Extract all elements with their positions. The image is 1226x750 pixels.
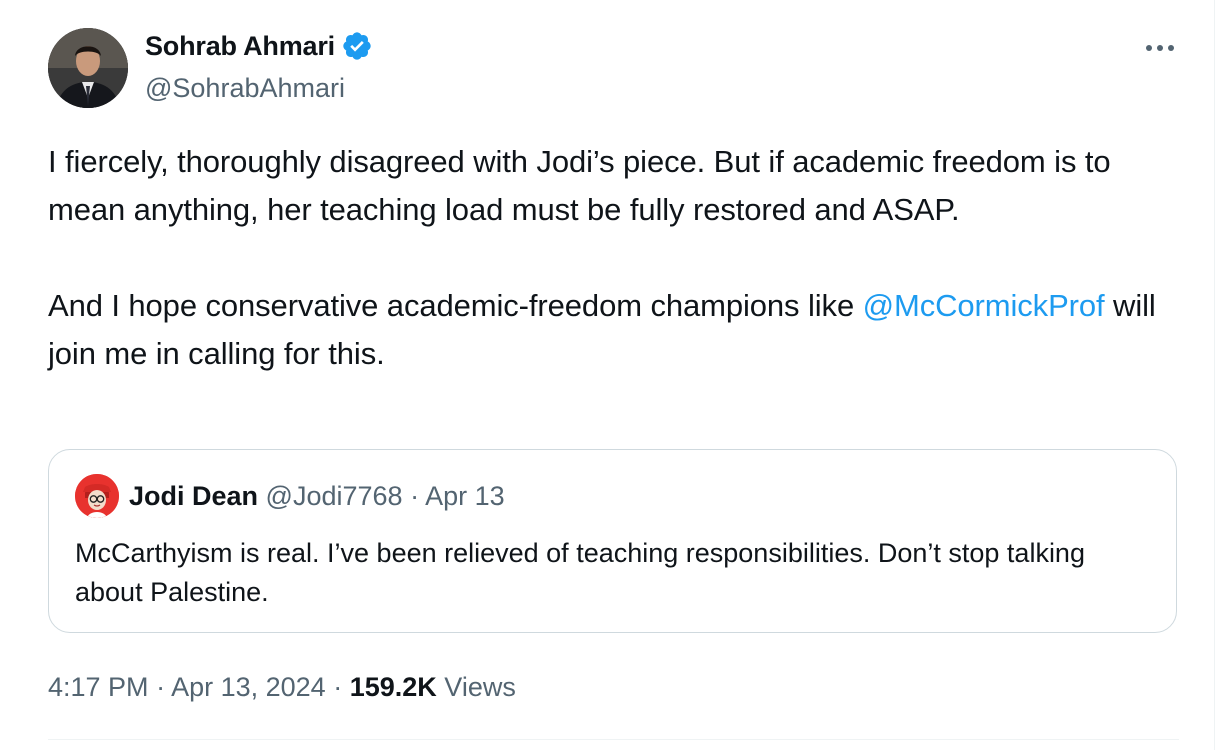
quoted-author-name[interactable]: Jodi Dean: [129, 481, 258, 511]
meta-separator-1: ·: [148, 672, 172, 702]
more-horizontal-icon[interactable]: [1140, 30, 1180, 66]
author-avatar[interactable]: [48, 28, 128, 108]
tweet-time[interactable]: 4:17 PM: [48, 672, 149, 702]
meta-separator-2: ·: [325, 672, 350, 702]
quoted-tweet-text: McCarthyism is real. I’ve been relieved …: [75, 538, 1085, 607]
tweet-date[interactable]: Apr 13, 2024: [171, 672, 326, 702]
tweet-paragraph-2: And I hope conservative academic-freedom…: [48, 282, 1173, 378]
views-count[interactable]: 159.2K: [350, 672, 437, 702]
mention-link[interactable]: @McCormickProf: [863, 288, 1105, 323]
quoted-author-handle[interactable]: @Jodi7768: [266, 481, 403, 511]
tweet-meta: 4:17 PM · Apr 13, 2024 · 159.2K Views: [48, 672, 516, 703]
divider: [48, 739, 1179, 740]
tweet-paragraph-1: I fiercely, thoroughly disagreed with Jo…: [48, 144, 1111, 227]
author-name-row[interactable]: Sohrab Ahmari: [145, 30, 373, 62]
verified-badge-icon[interactable]: [341, 30, 373, 62]
tweet-body: I fiercely, thoroughly disagreed with Jo…: [48, 138, 1173, 378]
column-border: [1214, 0, 1215, 750]
views-label: Views: [444, 672, 516, 702]
quoted-author-avatar[interactable]: [75, 474, 119, 518]
quoted-date[interactable]: Apr 13: [425, 481, 505, 511]
author-name[interactable]: Sohrab Ahmari: [145, 31, 335, 62]
quoted-tweet-header: Jodi Dean @Jodi7768 · Apr 13: [129, 481, 505, 512]
quoted-separator: ·: [402, 481, 426, 511]
quoted-tweet-card[interactable]: Jodi Dean @Jodi7768 · Apr 13 McCarthyism…: [48, 449, 1177, 633]
tweet-paragraph-2-prefix: And I hope conservative academic-freedom…: [48, 288, 863, 323]
author-handle[interactable]: @SohrabAhmari: [145, 73, 345, 104]
